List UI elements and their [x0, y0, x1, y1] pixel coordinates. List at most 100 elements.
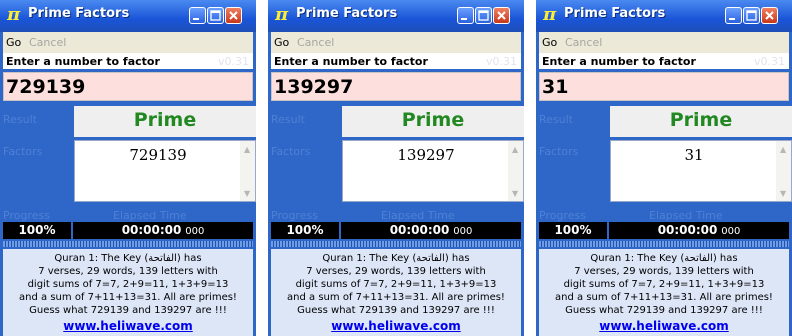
- scroll-down-icon[interactable]: ▼: [244, 189, 250, 198]
- factors-list[interactable]: 729139 ▲ ▼: [74, 140, 256, 202]
- info-line-2: 7 verses, 29 words, 139 letters with: [574, 266, 754, 277]
- maximize-icon: [478, 10, 489, 21]
- maximize-icon: [210, 10, 221, 21]
- result-value: Prime: [669, 109, 733, 131]
- number-input[interactable]: 31: [539, 72, 789, 101]
- prompt-bar: Enter a number to factor v0.31: [3, 53, 253, 69]
- factors-list[interactable]: 139297 ▲ ▼: [342, 140, 524, 202]
- factors-scrollbar[interactable]: ▲ ▼: [776, 141, 791, 201]
- result-box: Prime: [610, 106, 792, 137]
- prompt-bar: Enter a number to factor v0.31: [539, 53, 789, 69]
- close-icon: [497, 11, 506, 20]
- close-button[interactable]: [761, 7, 778, 24]
- info-line-3: digit sums of 7=7, 2+9=11, 1+3+9=13: [563, 279, 765, 290]
- elapsed-time: 00:00:00: [389, 223, 450, 237]
- result-value: Prime: [133, 109, 197, 131]
- progress-value: 100%: [3, 222, 71, 239]
- result-box: Prime: [342, 106, 524, 137]
- progress-label: Progress: [3, 209, 50, 222]
- minimize-icon: [729, 18, 735, 20]
- factors-value: 729139: [129, 146, 187, 164]
- elapsed-time: 00:00:00: [121, 223, 182, 237]
- elapsed-value: 00:00:00 000: [341, 222, 521, 239]
- progress-label: Progress: [539, 209, 586, 222]
- maximize-button[interactable]: [475, 7, 492, 24]
- scroll-up-icon[interactable]: ▲: [512, 145, 518, 154]
- version-label: v0.31: [753, 55, 785, 68]
- scroll-up-icon[interactable]: ▲: [780, 145, 786, 154]
- minimize-button[interactable]: [457, 7, 474, 24]
- progress-value: 100%: [539, 222, 607, 239]
- scroll-down-icon[interactable]: ▼: [512, 189, 518, 198]
- window-title: Prime Factors: [296, 6, 398, 21]
- info-line-1: Quran 1: The Key (الفاتحة) has: [322, 253, 470, 264]
- window-title: Prime Factors: [28, 6, 130, 21]
- number-input[interactable]: 139297: [271, 72, 521, 101]
- factors-scrollbar[interactable]: ▲ ▼: [508, 141, 523, 201]
- menu-cancel[interactable]: Cancel: [29, 36, 66, 49]
- close-icon: [229, 11, 238, 20]
- elapsed-ms: 000: [453, 226, 473, 237]
- info-line-5: Guess what 729139 and 139297 are !!!: [29, 305, 227, 316]
- factors-value: 139297: [397, 146, 455, 164]
- scroll-up-icon[interactable]: ▲: [244, 145, 250, 154]
- website-link[interactable]: www.heliwave.com: [539, 319, 789, 333]
- result-label: Result: [271, 113, 305, 126]
- elapsed-time: 00:00:00: [657, 223, 718, 237]
- info-line-3: digit sums of 7=7, 2+9=11, 1+3+9=13: [27, 279, 229, 290]
- info-line-3: digit sums of 7=7, 2+9=11, 1+3+9=13: [295, 279, 497, 290]
- maximize-button[interactable]: [207, 7, 224, 24]
- info-line-5: Guess what 729139 and 139297 are !!!: [297, 305, 495, 316]
- close-button[interactable]: [493, 7, 510, 24]
- menu-bar: Go Cancel: [3, 32, 253, 53]
- minimize-button[interactable]: [725, 7, 742, 24]
- elapsed-ms: 000: [721, 226, 741, 237]
- prompt-label: Enter a number to factor: [542, 55, 696, 68]
- title-bar[interactable]: π Prime Factors: [268, 0, 524, 32]
- title-bar[interactable]: π Prime Factors: [536, 0, 792, 32]
- factors-scrollbar[interactable]: ▲ ▼: [240, 141, 255, 201]
- prime-factors-window-3: π Prime Factors Go Cancel Enter a number…: [536, 0, 792, 336]
- number-input[interactable]: 729139: [3, 72, 253, 101]
- menu-cancel[interactable]: Cancel: [297, 36, 334, 49]
- info-line-2: 7 verses, 29 words, 139 letters with: [306, 266, 486, 277]
- elapsed-label: Elapsed Time: [649, 209, 723, 222]
- factors-value: 31: [684, 146, 704, 164]
- result-label: Result: [539, 113, 573, 126]
- title-bar[interactable]: π Prime Factors: [0, 0, 256, 32]
- menu-go[interactable]: Go: [6, 36, 21, 49]
- elapsed-value: 00:00:00 000: [609, 222, 789, 239]
- elapsed-value: 00:00:00 000: [73, 222, 253, 239]
- close-icon: [765, 11, 774, 20]
- info-panel: Quran 1: The Key (الفاتحة) has 7 verses,…: [3, 249, 253, 336]
- factors-list[interactable]: 31 ▲ ▼: [610, 140, 792, 202]
- menu-go[interactable]: Go: [542, 36, 557, 49]
- prime-factors-window-1: π Prime Factors Go Cancel Enter a number…: [0, 0, 256, 336]
- maximize-icon: [746, 10, 757, 21]
- scroll-down-icon[interactable]: ▼: [780, 189, 786, 198]
- elapsed-label: Elapsed Time: [113, 209, 187, 222]
- factors-label: Factors: [3, 145, 43, 158]
- website-link[interactable]: www.heliwave.com: [271, 319, 521, 333]
- factors-label: Factors: [271, 145, 311, 158]
- number-value: 31: [542, 76, 569, 98]
- number-value: 139297: [274, 76, 354, 98]
- info-line-1: Quran 1: The Key (الفاتحة) has: [590, 253, 738, 264]
- info-line-4: and a sum of 7+11+13=31. All are primes!: [19, 292, 237, 303]
- factors-label: Factors: [539, 145, 579, 158]
- maximize-button[interactable]: [743, 7, 760, 24]
- number-value: 729139: [6, 76, 86, 98]
- result-box: Prime: [74, 106, 256, 137]
- info-line-5: Guess what 729139 and 139297 are !!!: [565, 305, 763, 316]
- menu-cancel[interactable]: Cancel: [565, 36, 602, 49]
- close-button[interactable]: [225, 7, 242, 24]
- website-link[interactable]: www.heliwave.com: [3, 319, 253, 333]
- elapsed-ms: 000: [185, 226, 205, 237]
- minimize-button[interactable]: [189, 7, 206, 24]
- menu-go[interactable]: Go: [274, 36, 289, 49]
- menu-bar: Go Cancel: [271, 32, 521, 53]
- info-line-2: 7 verses, 29 words, 139 letters with: [38, 266, 218, 277]
- prompt-bar: Enter a number to factor v0.31: [271, 53, 521, 69]
- progress-value: 100%: [271, 222, 339, 239]
- window-title: Prime Factors: [564, 6, 666, 21]
